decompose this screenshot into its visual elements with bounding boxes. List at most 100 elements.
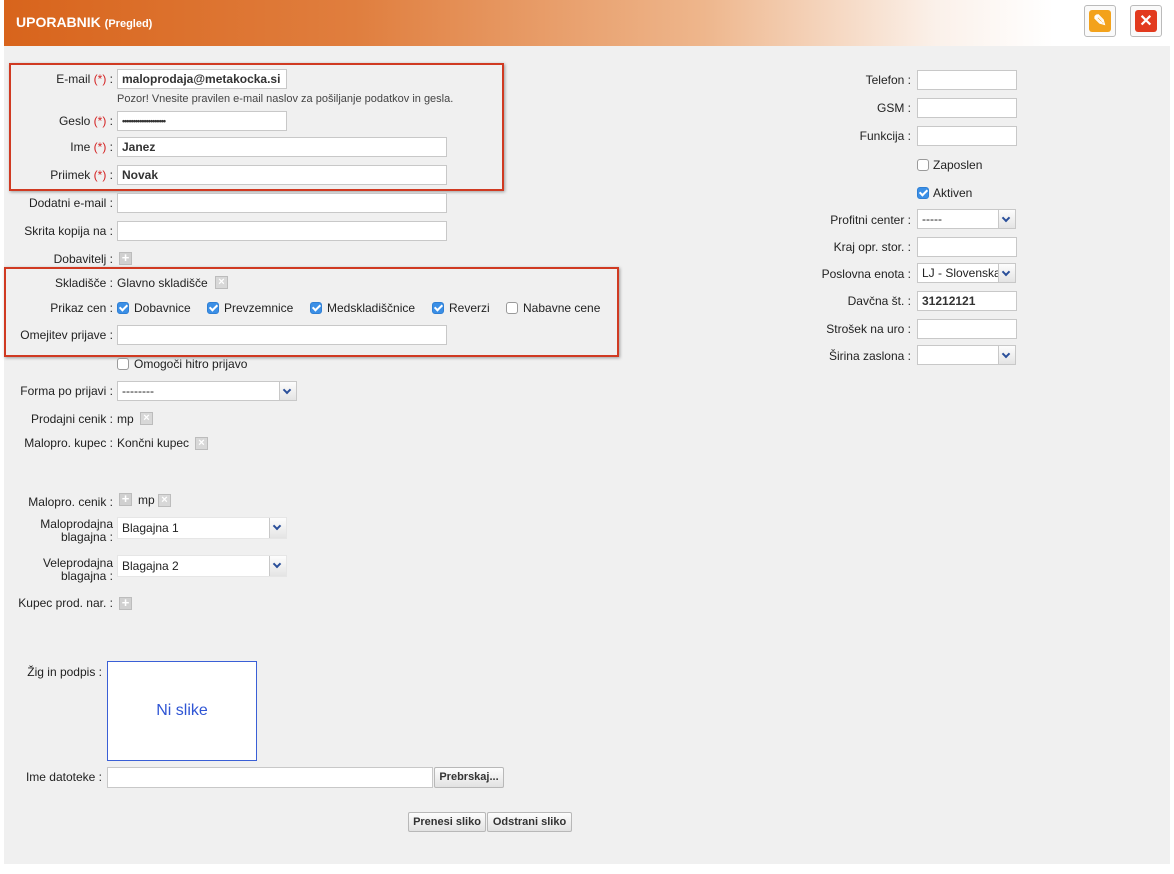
remove-sales-pricelist-icon[interactable]: × (140, 412, 153, 425)
function-label: Funkcija : (859, 129, 911, 143)
gsm-field[interactable] (917, 98, 1017, 118)
stamp-image-placeholder: Ni slike (107, 661, 257, 761)
title-mode: (Pregled) (104, 18, 153, 30)
remove-retail-customer-icon[interactable]: × (195, 437, 208, 450)
bcc-label: Skrita kopija na : (24, 224, 113, 238)
checkbox-employed[interactable] (917, 159, 929, 171)
wholesale-register-select[interactable]: Blagajna 2 (117, 555, 287, 577)
retail-customer-value: Končni kupec (117, 436, 190, 450)
phone-label: Telefon : (865, 73, 911, 87)
chevron-down-icon (279, 382, 296, 400)
profit-center-select[interactable]: ----- (917, 209, 1016, 229)
profit-center-label: Profitni center : (830, 213, 911, 227)
login-restriction-label: Omejitev prijave : (20, 328, 113, 342)
extra-email-field[interactable] (117, 193, 447, 213)
employed-label: Zaposlen (933, 158, 983, 172)
checkbox-dobavnice-label: Dobavnice (134, 301, 191, 315)
equipment-location-label: Kraj opr. stor. : (833, 240, 911, 254)
bcc-field[interactable] (117, 221, 447, 241)
checkbox-medskladiscnice-label: Medskladiščnice (327, 301, 416, 315)
close-button[interactable]: ✕ (1130, 5, 1162, 37)
title-text: UPORABNIK (16, 14, 101, 30)
remove-warehouse-icon[interactable]: × (215, 276, 228, 289)
retail-register-select[interactable]: Blagajna 1 (117, 517, 287, 539)
edit-button[interactable]: ✎ (1084, 5, 1116, 37)
password-field[interactable]: •••••••••••••••••••• (117, 111, 287, 131)
hourly-cost-label: Strošek na uro : (826, 322, 911, 336)
checkbox-reverzi-label: Reverzi (449, 301, 490, 315)
price-display-label: Prikaz cen : (50, 301, 113, 315)
chevron-down-icon (269, 518, 286, 538)
quick-login-label: Omogoči hitro prijavo (134, 357, 248, 371)
form-after-login-select[interactable]: -------- (117, 381, 297, 401)
phone-field[interactable] (917, 70, 1017, 90)
sales-pricelist-label: Prodajni cenik : (30, 412, 113, 426)
form-after-login-label: Forma po prijavi : (20, 384, 113, 398)
checkbox-nabavne-cene-label: Nabavne cene (523, 301, 601, 315)
profit-center-value: ----- (922, 212, 942, 226)
form-after-login-value: -------- (122, 384, 154, 398)
email-label: E-mail (*) : (56, 72, 113, 86)
checkbox-dobavnice[interactable] (117, 302, 129, 314)
checkbox-quick-login[interactable] (117, 358, 129, 370)
checkbox-nabavne-cene[interactable] (506, 302, 518, 314)
tax-number-field[interactable]: 31212121 (917, 291, 1017, 311)
sales-pricelist-value: mp (117, 412, 134, 426)
checkbox-active[interactable] (917, 187, 929, 199)
checkbox-prevzemnice-label: Prevzemnice (224, 301, 294, 315)
business-unit-label: Poslovna enota : (821, 267, 911, 281)
wholesale-register-label: Veleprodajna blagajna : (42, 556, 113, 583)
upload-image-button[interactable]: Prenesi sliko (408, 812, 486, 832)
login-restriction-field[interactable] (117, 325, 447, 345)
warehouse-label: Skladišče : (54, 276, 113, 290)
retail-customer-label: Malopro. kupec : (24, 436, 113, 450)
file-name-label: Ime datoteke : (25, 770, 102, 784)
active-label: Aktiven (933, 186, 973, 200)
close-icon: ✕ (1135, 10, 1157, 32)
chevron-down-icon (998, 346, 1015, 364)
retail-pricelist-value: mp (138, 493, 155, 507)
chevron-down-icon (998, 210, 1015, 228)
add-retail-pricelist-icon[interactable]: + (119, 492, 132, 506)
last-name-label: Priimek (*) : (50, 168, 113, 182)
stamp-signature-label: Žig in podpis : (27, 665, 102, 679)
first-name-label: Ime (*) : (70, 140, 113, 154)
warehouse-value: Glavno skladišče (117, 276, 208, 290)
function-field[interactable] (917, 126, 1017, 146)
last-name-field[interactable]: Novak (117, 165, 447, 185)
pencil-icon: ✎ (1089, 10, 1111, 32)
add-supplier-icon[interactable]: + (119, 251, 132, 265)
email-field[interactable]: maloprodaja@metakocka.si (117, 69, 287, 89)
remove-retail-pricelist-icon[interactable]: × (158, 494, 171, 507)
hourly-cost-field[interactable] (917, 319, 1017, 339)
supplier-label: Dobavitelj : (53, 252, 113, 266)
order-customer-label: Kupec prod. nar. : (18, 596, 113, 610)
equipment-location-field[interactable] (917, 237, 1017, 257)
extra-email-label: Dodatni e-mail : (28, 196, 113, 210)
checkbox-reverzi[interactable] (432, 302, 444, 314)
screen-width-label: Širina zaslona : (828, 349, 911, 363)
add-order-customer-icon[interactable]: + (119, 596, 132, 610)
retail-register-value: Blagajna 1 (122, 521, 179, 535)
page-title: UPORABNIK (Pregled) (16, 14, 152, 30)
checkbox-prevzemnice[interactable] (207, 302, 219, 314)
browse-button[interactable]: Prebrskaj... (434, 767, 504, 788)
business-unit-select[interactable]: LJ - Slovenska (917, 263, 1016, 283)
checkbox-medskladiscnice[interactable] (310, 302, 322, 314)
gsm-label: GSM : (876, 101, 911, 115)
business-unit-value: LJ - Slovenska (922, 266, 1001, 280)
chevron-down-icon (269, 556, 286, 576)
email-note: Pozor! Vnesite pravilen e-mail naslov za… (117, 93, 454, 105)
password-label: Geslo (*) : (58, 114, 113, 128)
retail-pricelist-label: Malopro. cenik : (28, 495, 113, 509)
no-image-text: Ni slike (156, 702, 208, 719)
chevron-down-icon (998, 264, 1015, 282)
first-name-field[interactable]: Janez (117, 137, 447, 157)
file-name-field[interactable] (107, 767, 433, 788)
retail-register-label: Maloprodajna blagajna : (40, 517, 113, 544)
tax-number-label: Davčna št. : (847, 294, 911, 308)
page-header: UPORABNIK (Pregled) (4, 0, 1170, 46)
remove-image-button[interactable]: Odstrani sliko (487, 812, 572, 832)
screen-width-select[interactable] (917, 345, 1016, 365)
wholesale-register-value: Blagajna 2 (122, 559, 179, 573)
